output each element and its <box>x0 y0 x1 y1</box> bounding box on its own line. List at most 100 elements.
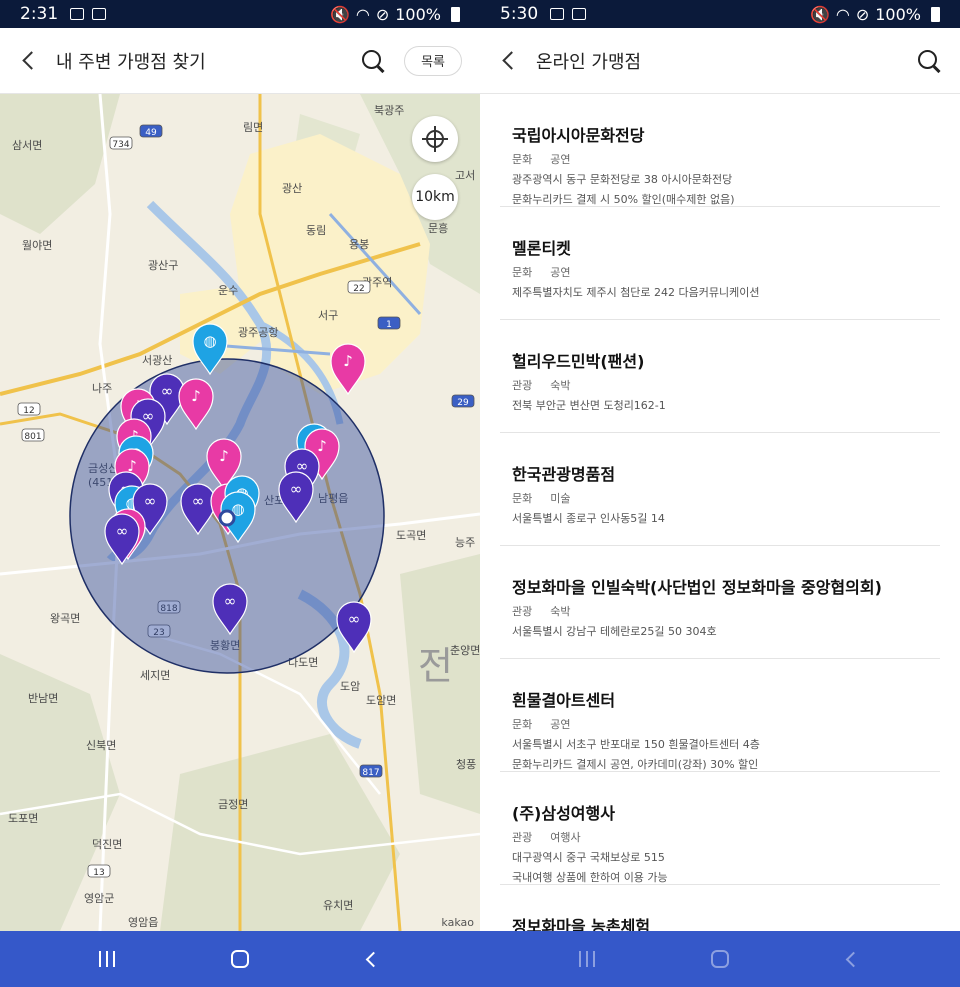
merchant-category: 관광 여행사 <box>512 829 928 845</box>
map-place-label: 도암 <box>340 680 360 693</box>
map-place-label: 광주공항 <box>238 326 278 339</box>
system-back-button[interactable] <box>353 939 393 979</box>
merchant-benefit-note: 문화누리카드 결제 시 50% 할인(매수제한 없음) <box>512 193 735 206</box>
svg-text:817: 817 <box>362 768 379 778</box>
notification-icon <box>572 8 587 20</box>
map-place-label: 운수 <box>218 284 238 297</box>
binoculars-icon: ∞ <box>290 480 303 498</box>
merchant-category-sub: 공연 <box>550 153 571 166</box>
list-view-button[interactable]: 목록 <box>404 45 462 76</box>
map-place-label: 능주 <box>455 536 475 549</box>
system-nav-bar <box>0 931 480 987</box>
back-arrow-icon <box>845 951 862 967</box>
search-icon[interactable] <box>360 48 386 74</box>
merchant-category-main: 문화 <box>512 153 533 166</box>
merchant-list-item[interactable]: 정보화마을 농촌체험 <box>500 885 940 931</box>
map-place-label: 삼서면 <box>12 139 42 152</box>
map-place-label: 문흥 <box>428 221 448 235</box>
map-place-label: 영암군 <box>84 892 114 905</box>
map-screen: 2:31 🔇 ◠ ⊘ 100% 내 주변 가맹점 찾기 목록 삼서면 월야면 광… <box>0 0 480 987</box>
music-icon: ♪ <box>191 387 201 405</box>
merchant-name: 한국관광명품점 <box>512 465 616 484</box>
road-number-badge: 801 <box>21 428 45 442</box>
page-title: 온라인 가맹점 <box>536 51 642 73</box>
status-time: 5:30 <box>500 4 539 24</box>
merchant-category: 문화 미술 <box>512 490 928 506</box>
map-view[interactable]: 삼서면 월야면 광산구 서구 나주 금성산 (451) 남평읍 산포 도곡면 왕곡면 봉황면 다도면 세지… <box>0 94 480 931</box>
recent-apps-icon <box>578 951 595 967</box>
merchant-list-item[interactable]: (주)삼성여행사 관광 여행사 대구광역시 중구 국채보상로 515 국내여행 상품에 … <box>500 772 940 885</box>
map-place-label: 금정면 <box>218 798 248 811</box>
search-icon[interactable] <box>916 48 942 74</box>
svg-text:12: 12 <box>23 406 34 416</box>
merchant-category-main: 문화 <box>512 718 533 731</box>
road-number-badge: 13 <box>87 864 111 878</box>
home-icon <box>710 950 729 968</box>
merchant-list-item[interactable]: 한국관광명품점 문화 미술 서울특별시 종로구 인사동5길 14 <box>500 433 940 546</box>
merchant-address: 서울특별시 강남구 테헤란로25길 50 304호 <box>512 625 717 638</box>
battery-level: 100% <box>395 4 441 24</box>
merchant-list-item[interactable]: 정보화마을 인빌숙박(사단법인 정보화마을 중앙협의회) 관광 숙박 서울특별시 강남… <box>500 546 940 659</box>
map-place-label: 북광주 <box>374 104 404 117</box>
status-bar: 2:31 🔇 ◠ ⊘ 100% <box>0 0 480 28</box>
merchant-address: 대구광역시 중구 국채보상로 515 <box>512 851 665 864</box>
map-place-label: 유치면 <box>323 899 353 912</box>
merchant-name: 정보화마을 농촌체험 <box>512 917 651 931</box>
dnd-icon: ⊘ <box>855 4 870 24</box>
map-place-label: 세지면 <box>140 669 170 682</box>
page-title: 내 주변 가맹점 찾기 <box>56 51 206 73</box>
binoculars-icon: ∞ <box>224 592 237 610</box>
merchant-list-item[interactable]: 흰물결아트센터 문화 공연 서울특별시 서초구 반포대로 150 흰물결아트센터 4층… <box>500 659 940 772</box>
merchant-list[interactable]: 국립아시아문화전당 문화 공연 광주광역시 동구 문화전당로 38 아시아문화전당 문화… <box>480 94 960 931</box>
map-place-label: 반남면 <box>28 692 58 705</box>
map-place-label: 춘양면 <box>450 644 480 657</box>
merchant-name: 국립아시아문화전당 <box>512 126 645 145</box>
road-number-badge: 817 <box>359 764 383 778</box>
system-nav-bar <box>480 931 960 987</box>
map-region-label: 전 <box>418 644 453 688</box>
wifi-icon: ◠ <box>355 4 370 24</box>
merchant-category-main: 관광 <box>512 379 533 392</box>
radius-scale-label: 10km <box>415 189 455 205</box>
merchant-address: 전북 부안군 변산면 도청리162-1 <box>512 399 666 412</box>
merchant-list-item[interactable]: 멜론티켓 문화 공연 제주특별자치도 제주시 첨단로 242 다음커뮤니케이션 <box>500 207 940 320</box>
svg-text:13: 13 <box>93 868 104 878</box>
status-time: 2:31 <box>20 4 59 24</box>
mute-icon: 🔇 <box>809 4 830 24</box>
svg-text:734: 734 <box>112 140 129 150</box>
back-button[interactable] <box>18 50 40 72</box>
app-bar: 온라인 가맹점 <box>480 28 960 94</box>
merchant-list-item[interactable]: 국립아시아문화전당 문화 공연 광주광역시 동구 문화전당로 38 아시아문화전당 문화… <box>500 94 940 207</box>
app-bar: 내 주변 가맹점 찾기 목록 <box>0 28 480 94</box>
svg-text:801: 801 <box>24 432 41 442</box>
home-button[interactable] <box>700 939 740 979</box>
gallery-icon <box>70 8 85 20</box>
binoculars-icon: ∞ <box>348 610 361 628</box>
map-place-label: 용봉 <box>349 238 369 251</box>
merchant-list-item[interactable]: 헐리우드민박(팬션) 관광 숙박전북 부안군 변산면 도청리162-1 <box>500 320 940 433</box>
recent-apps-button[interactable] <box>567 939 607 979</box>
system-back-button[interactable] <box>833 939 873 979</box>
map-place-label: 청풍 <box>456 758 476 771</box>
merchant-name: 헐리우드민박(팬션) <box>512 352 645 371</box>
status-bar: 5:30 🔇 ◠ ⊘ 100% <box>480 0 960 28</box>
back-button[interactable] <box>498 50 520 72</box>
locate-me-button[interactable] <box>412 116 458 162</box>
map-place-label: 월야면 <box>22 239 52 252</box>
radius-scale-button[interactable]: 10km <box>412 174 458 220</box>
merchant-category-sub: 공연 <box>550 266 571 279</box>
music-icon: ♪ <box>343 352 353 370</box>
map-canvas[interactable]: 삼서면월야면광산구서구나주금성산(451)남평읍산포도곡면왕곡면봉황면다도면세지… <box>0 94 480 931</box>
home-button[interactable] <box>220 939 260 979</box>
merchant-category-sub: 여행사 <box>550 831 581 844</box>
map-place-label: 나주 <box>92 382 112 395</box>
recent-apps-button[interactable] <box>87 939 127 979</box>
merchant-name: 흰물결아트센터 <box>512 691 616 710</box>
merchant-category: 문화 공연 <box>512 151 928 167</box>
merchant-benefit-note: 문화누리카드 결제시 공연, 아카데미(강좌) 30% 할인 <box>512 758 759 771</box>
map-place-label: 림면 <box>243 121 263 134</box>
merchant-category: 관광 숙박 <box>512 377 928 393</box>
map-place-label: 동림 <box>306 224 326 237</box>
back-arrow-icon <box>365 951 382 967</box>
merchant-category-main: 문화 <box>512 492 533 505</box>
